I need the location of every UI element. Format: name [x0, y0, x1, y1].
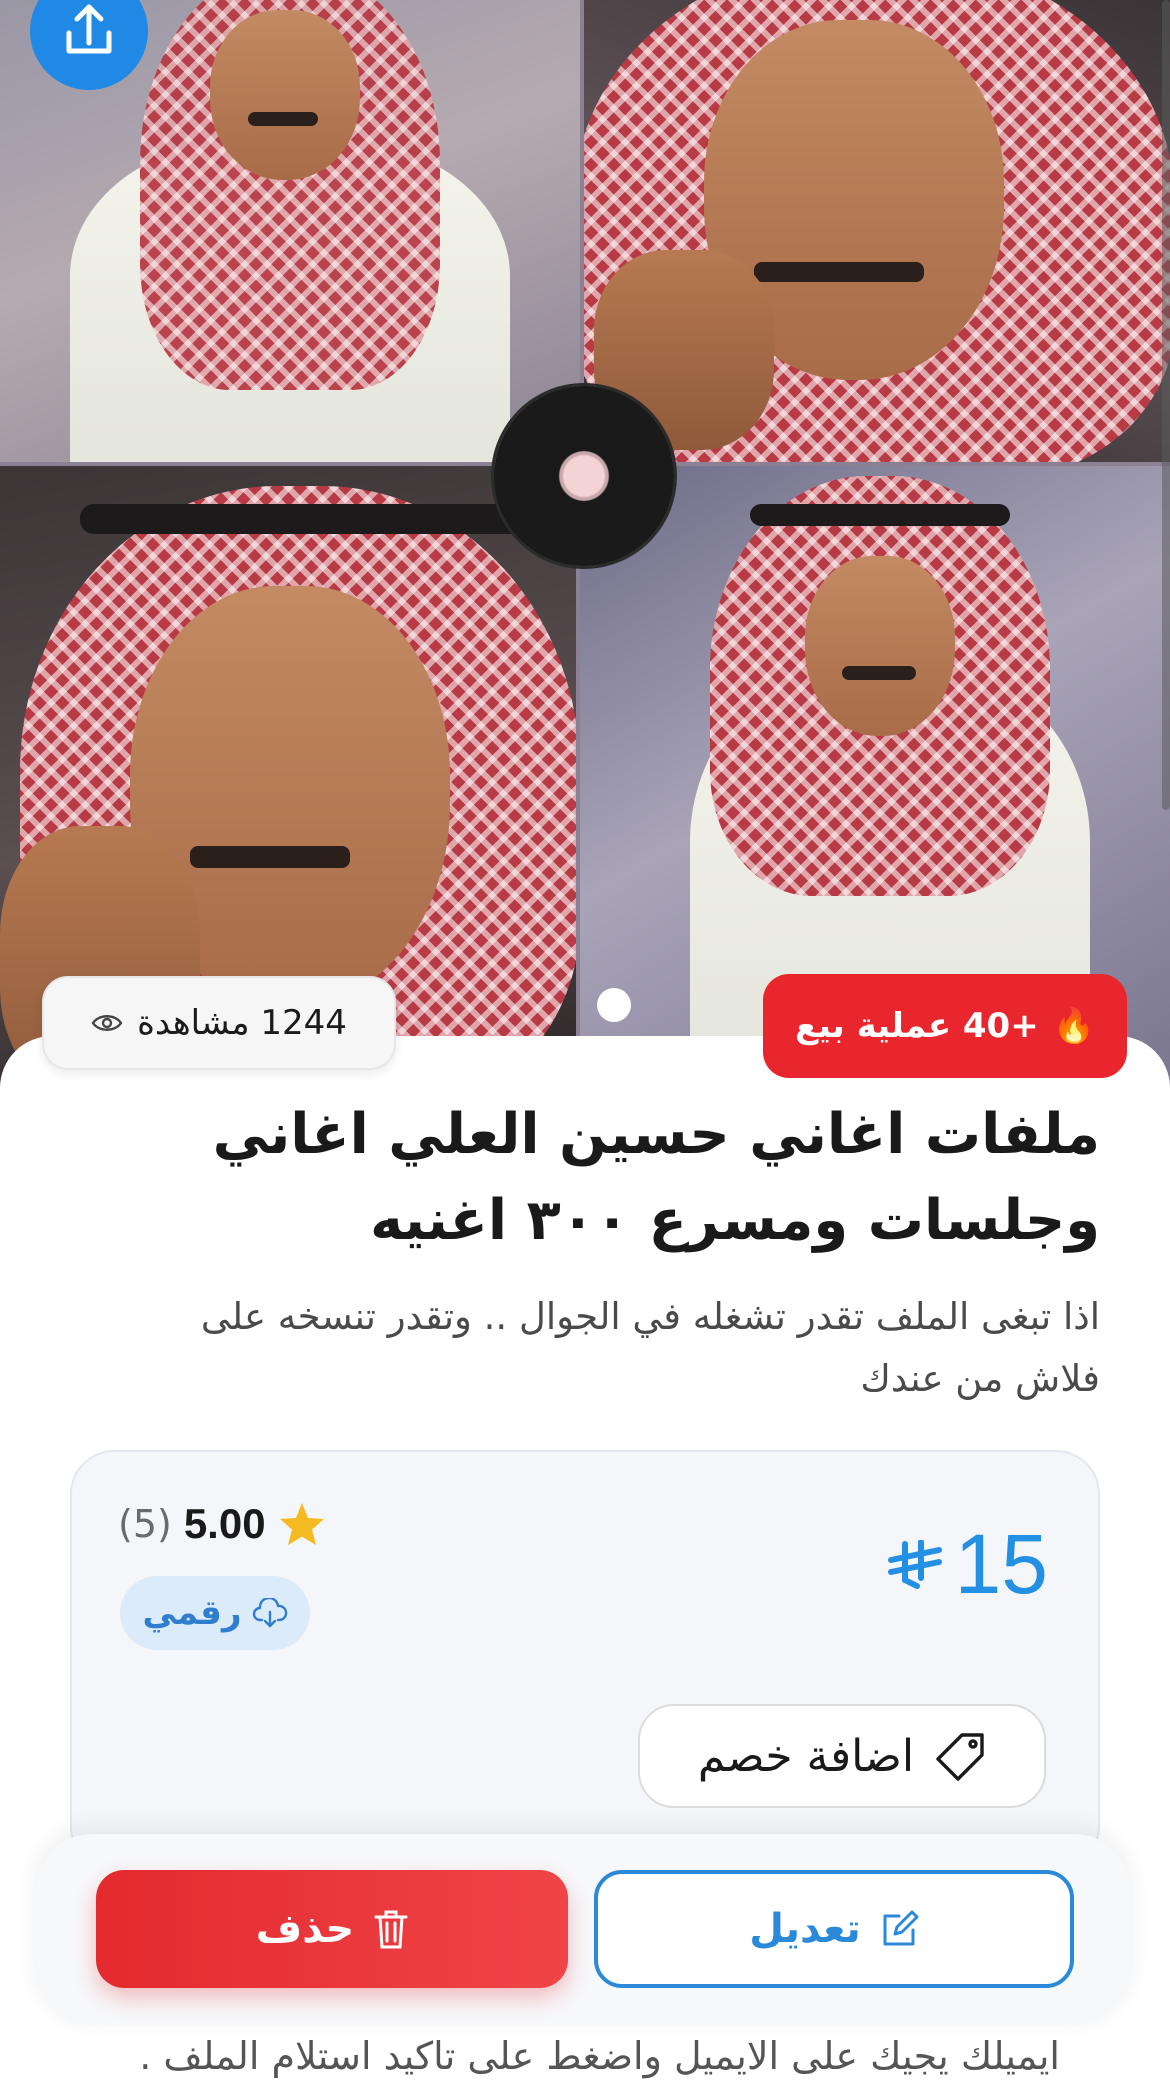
price-value: 15 [954, 1517, 1048, 1611]
edit-icon [883, 1910, 919, 1946]
product-description: اذا تبغى الملف تقدر تشغله في الجوال .. و… [200, 1295, 1100, 1400]
edit-button[interactable]: تعديل [594, 1870, 1074, 1988]
rating-score: 5.00 [183, 1500, 266, 1547]
add-discount-label: اضافة خصم [697, 1730, 915, 1782]
product-price: 15 [887, 1516, 1048, 1613]
eye-icon [91, 1015, 123, 1031]
scrollbar[interactable] [1162, 0, 1170, 810]
carousel-indicator-dot[interactable] [597, 988, 631, 1022]
product-type-badge: رقمي [120, 1576, 310, 1650]
add-discount-button[interactable]: اضافة خصم [638, 1704, 1046, 1808]
rating-count: (5) [118, 1502, 172, 1546]
product-type-label: رقمي [142, 1593, 242, 1633]
fire-icon: 🔥 [1052, 1006, 1096, 1046]
edit-label: تعديل [749, 1906, 861, 1952]
views-count: 1244 مشاهدة [137, 1003, 347, 1043]
delete-label: حذف [255, 1906, 355, 1952]
sales-count: +40 عملية بيع [794, 1006, 1039, 1046]
rating: (5) 5.00 [118, 1500, 326, 1548]
instructions-text: ايميلك يجيك على الايميل واضغط على تاكيد … [139, 2034, 1060, 2078]
cloud-download-icon [252, 1598, 287, 1628]
trash-icon [374, 1910, 408, 1949]
product-title: ملفات اغاني حسين العلي اغاني وجلسات ومسر… [212, 1102, 1100, 1253]
star-icon [279, 1503, 324, 1545]
tag-icon [936, 1733, 984, 1781]
delete-button[interactable]: حذف [96, 1870, 568, 1988]
vinyl-record-graphic [494, 386, 674, 566]
action-bar: حذف تعديل [36, 1834, 1130, 2026]
product-image-carousel[interactable] [0, 0, 1170, 1090]
sales-badge: 🔥 +40 عملية بيع [763, 974, 1127, 1078]
product-image-tile [584, 0, 1170, 462]
share-icon [66, 4, 112, 54]
views-badge: 1244 مشاهدة [42, 976, 396, 1070]
price-card: 15 (5) 5.00 رقمي اضافة خصم [70, 1450, 1100, 1870]
riyal-icon [887, 1539, 942, 1589]
